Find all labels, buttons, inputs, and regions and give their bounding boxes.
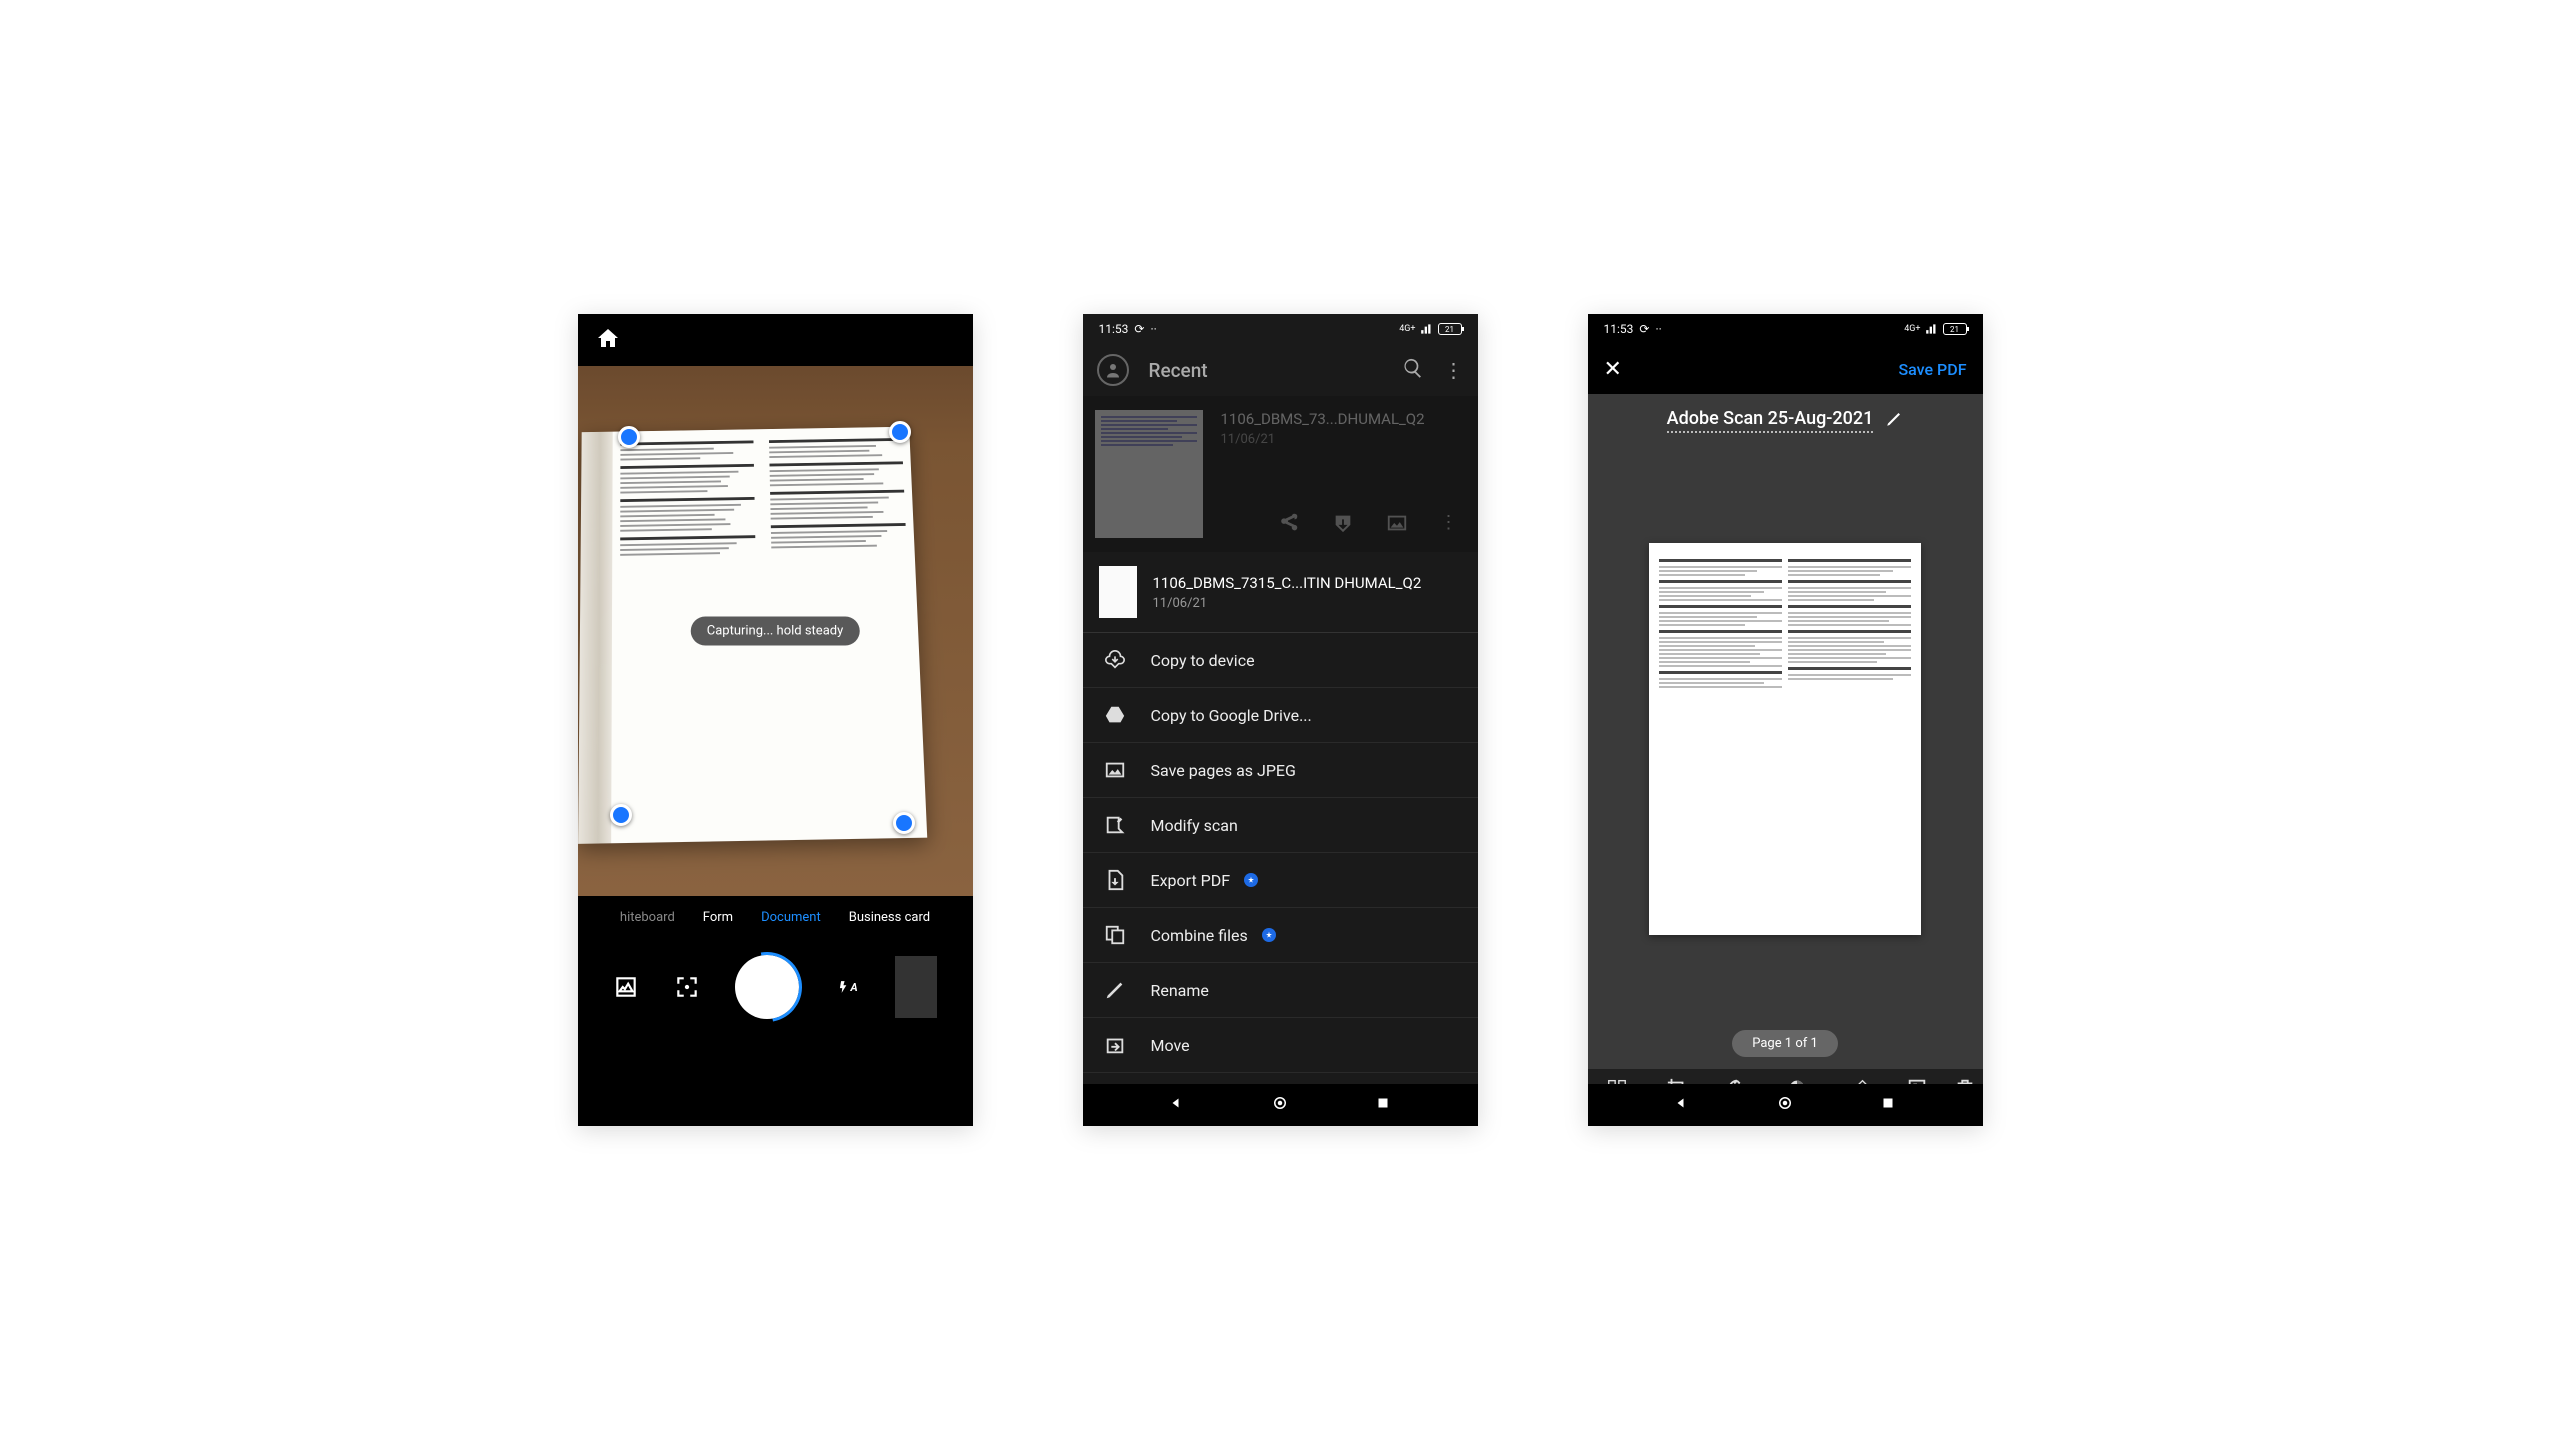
modify-icon bbox=[1103, 813, 1127, 837]
close-icon[interactable]: ✕ bbox=[1604, 357, 1622, 382]
camera-topbar bbox=[578, 314, 973, 366]
recents-nav-icon[interactable] bbox=[1879, 1094, 1897, 1116]
shutter-button[interactable] bbox=[735, 955, 799, 1019]
combine-files-button[interactable]: Combine files bbox=[1083, 907, 1478, 962]
crop-corner-bottom-right[interactable] bbox=[893, 812, 915, 834]
file-date: 11/06/21 bbox=[1153, 596, 1462, 611]
copy-to-device-button[interactable]: Copy to device bbox=[1083, 633, 1478, 687]
overflow-menu-icon[interactable]: ⋮ bbox=[1444, 358, 1464, 382]
back-nav-icon[interactable] bbox=[1673, 1094, 1691, 1116]
flash-icon[interactable]: A bbox=[834, 974, 860, 1000]
back-nav-icon[interactable] bbox=[1168, 1094, 1186, 1116]
move-button[interactable]: Move bbox=[1083, 1017, 1478, 1072]
capture-status-toast: Capturing... hold steady bbox=[691, 617, 860, 646]
more-icon[interactable]: ⋮ bbox=[1440, 512, 1458, 538]
android-nav-bar bbox=[1588, 1084, 1983, 1126]
review-scan-screen: 11:53⟳·· 4G+ 21 ✕ Save PDF Adobe Scan 25… bbox=[1588, 314, 1983, 1126]
home-nav-icon[interactable] bbox=[1776, 1094, 1794, 1116]
home-nav-icon[interactable] bbox=[1271, 1094, 1289, 1116]
camera-controls: A bbox=[578, 939, 973, 1019]
file-name: 1106_DBMS_73...DHUMAL_Q2 bbox=[1221, 410, 1462, 428]
pencil-icon bbox=[1103, 978, 1127, 1002]
copy-to-drive-button[interactable]: Copy to Google Drive... bbox=[1083, 687, 1478, 742]
file-action-menu: Copy to device Copy to Google Drive... S… bbox=[1083, 633, 1478, 1126]
export-icon bbox=[1103, 868, 1127, 892]
recent-files-screen: 11:53⟳·· 4G+ 21 Recent ⋮ 1106_DBMS_73...… bbox=[1083, 314, 1478, 1126]
gallery-icon[interactable] bbox=[613, 974, 639, 1000]
network-type: 4G+ bbox=[1399, 324, 1415, 334]
android-nav-bar bbox=[1083, 1084, 1478, 1126]
rotation-lock-icon: ⟳ bbox=[1134, 322, 1144, 336]
export-pdf-button[interactable]: Export PDF bbox=[1083, 852, 1478, 907]
review-header: ✕ Save PDF bbox=[1588, 344, 1983, 394]
document-title-row: Adobe Scan 25-Aug-2021 bbox=[1588, 394, 1983, 447]
action-sheet-header: 1106_DBMS_7315_C...ITIN DHUMAL_Q2 11/06/… bbox=[1083, 552, 1478, 633]
signal-icon bbox=[1925, 322, 1939, 336]
mode-business-card[interactable]: Business card bbox=[849, 910, 930, 925]
search-icon[interactable] bbox=[1402, 357, 1424, 383]
battery-icon: 21 bbox=[1943, 323, 1967, 335]
file-thumbnail bbox=[1095, 410, 1203, 538]
modify-scan-button[interactable]: Modify scan bbox=[1083, 797, 1478, 852]
page-indicator: Page 1 of 1 bbox=[1732, 1030, 1838, 1057]
google-drive-icon bbox=[1103, 703, 1127, 727]
image-icon[interactable] bbox=[1386, 512, 1408, 538]
profile-avatar-icon[interactable] bbox=[1097, 354, 1129, 386]
status-bar: 11:53⟳·· 4G+ 21 bbox=[1588, 314, 1983, 344]
file-name: 1106_DBMS_7315_C...ITIN DHUMAL_Q2 bbox=[1153, 574, 1462, 592]
signal-icon bbox=[1420, 322, 1434, 336]
status-time: 11:53 bbox=[1099, 322, 1129, 336]
move-icon bbox=[1103, 1033, 1127, 1057]
pdf-icon[interactable] bbox=[1332, 512, 1354, 538]
download-cloud-icon bbox=[1103, 648, 1127, 672]
crop-corner-top-right[interactable] bbox=[889, 421, 911, 443]
status-time: 11:53 bbox=[1604, 322, 1634, 336]
document-title[interactable]: Adobe Scan 25-Aug-2021 bbox=[1667, 408, 1874, 433]
camera-viewfinder[interactable]: Capturing... hold steady bbox=[578, 366, 973, 896]
screen-title: Recent bbox=[1149, 359, 1382, 382]
save-jpeg-button[interactable]: Save pages as JPEG bbox=[1083, 742, 1478, 797]
network-type: 4G+ bbox=[1904, 324, 1920, 334]
crop-corner-top-left[interactable] bbox=[618, 426, 640, 448]
scanned-page-preview[interactable] bbox=[1649, 543, 1921, 935]
mode-form[interactable]: Form bbox=[703, 910, 733, 925]
status-bar: 11:53⟳·· 4G+ 21 bbox=[1083, 314, 1478, 344]
file-date: 11/06/21 bbox=[1221, 432, 1462, 447]
edit-title-icon[interactable] bbox=[1885, 410, 1903, 432]
combine-icon bbox=[1103, 923, 1127, 947]
mode-whiteboard[interactable]: hiteboard bbox=[620, 910, 675, 925]
scan-mode-selector: hiteboard Form Document Business card bbox=[578, 896, 973, 939]
battery-icon: 21 bbox=[1438, 323, 1462, 335]
scan-camera-screen: Capturing... hold steady hiteboard Form … bbox=[578, 314, 973, 1126]
file-thumbnail-small bbox=[1099, 566, 1137, 618]
image-icon bbox=[1103, 758, 1127, 782]
page-preview-stage bbox=[1588, 447, 1983, 1030]
recents-nav-icon[interactable] bbox=[1374, 1094, 1392, 1116]
mode-document[interactable]: Document bbox=[761, 910, 821, 925]
premium-badge-icon bbox=[1244, 873, 1258, 887]
auto-capture-icon[interactable] bbox=[674, 974, 700, 1000]
rename-button[interactable]: Rename bbox=[1083, 962, 1478, 1017]
rotation-lock-icon: ⟳ bbox=[1639, 322, 1649, 336]
last-scan-preview[interactable] bbox=[895, 956, 937, 1018]
save-pdf-button[interactable]: Save PDF bbox=[1898, 360, 1966, 379]
app-toolbar: Recent ⋮ bbox=[1083, 344, 1478, 396]
file-card: 1106_DBMS_73...DHUMAL_Q2 11/06/21 ⋮ bbox=[1083, 396, 1478, 552]
crop-corner-bottom-left[interactable] bbox=[610, 804, 632, 826]
home-icon[interactable] bbox=[596, 326, 620, 354]
share-icon[interactable] bbox=[1278, 512, 1300, 538]
premium-badge-icon bbox=[1262, 928, 1276, 942]
